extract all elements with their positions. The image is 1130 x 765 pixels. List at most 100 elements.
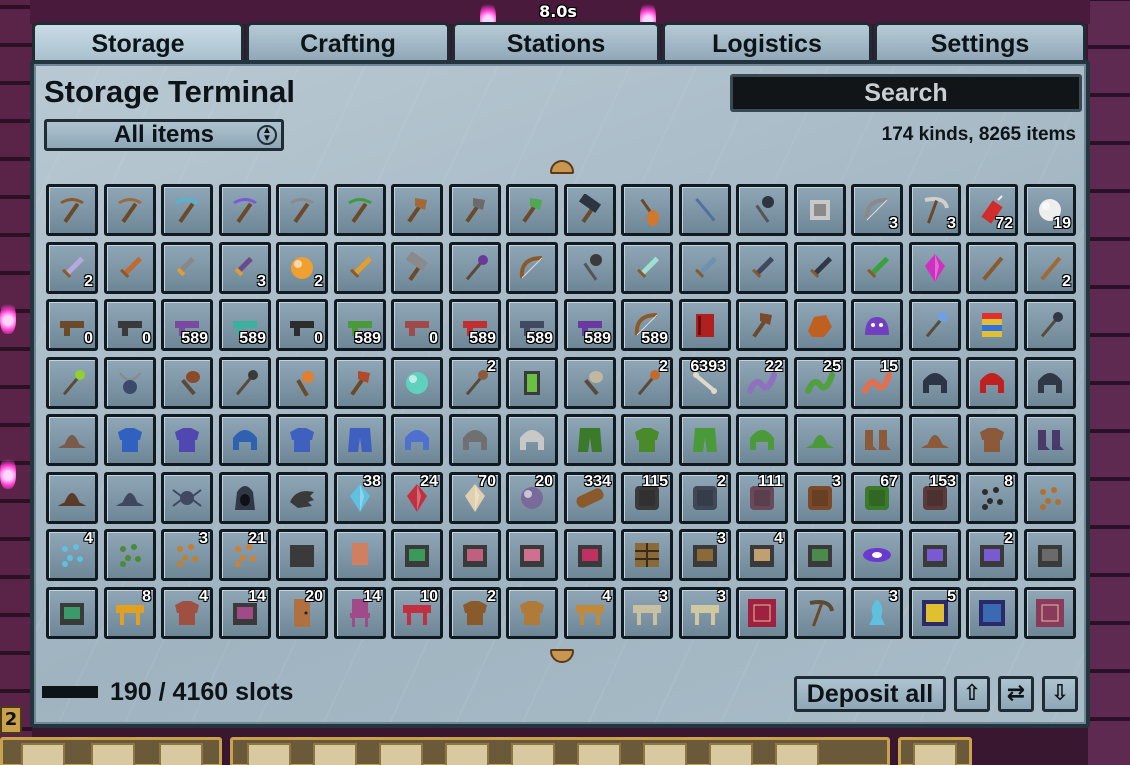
hotbar-slot[interactable] [445, 743, 489, 765]
item-slot[interactable] [794, 184, 846, 236]
item-slot[interactable] [276, 472, 328, 524]
item-slot[interactable] [621, 529, 673, 581]
tab-logistics[interactable]: Logistics [662, 22, 872, 62]
item-slot[interactable] [621, 414, 673, 466]
item-slot[interactable]: 2 [449, 587, 501, 639]
hotbar-slot[interactable] [577, 743, 621, 765]
item-slot[interactable]: 589 [161, 299, 213, 351]
item-slot[interactable]: 2 [449, 357, 501, 409]
tab-stations[interactable]: Stations [452, 22, 660, 62]
item-slot[interactable] [909, 242, 961, 294]
item-slot[interactable]: 14 [334, 587, 386, 639]
item-slot[interactable] [104, 184, 156, 236]
item-slot[interactable] [46, 357, 98, 409]
item-slot[interactable] [506, 529, 558, 581]
item-slot[interactable] [219, 414, 271, 466]
hotbar-slot[interactable] [21, 743, 65, 765]
item-slot[interactable] [506, 184, 558, 236]
item-slot[interactable] [966, 299, 1018, 351]
item-slot[interactable] [391, 357, 443, 409]
item-slot[interactable] [966, 587, 1018, 639]
item-slot[interactable] [334, 414, 386, 466]
item-slot[interactable] [506, 414, 558, 466]
item-slot[interactable]: 4 [736, 529, 788, 581]
item-slot[interactable] [909, 414, 961, 466]
item-slot[interactable]: 589 [621, 299, 673, 351]
item-slot[interactable]: 115 [621, 472, 673, 524]
item-slot[interactable]: 2 [276, 242, 328, 294]
item-slot[interactable]: 3 [851, 184, 903, 236]
item-slot[interactable]: 6393 [679, 357, 731, 409]
sort-ascending-button[interactable]: ⇧ [954, 676, 990, 712]
item-slot[interactable] [679, 299, 731, 351]
item-slot[interactable]: 3 [679, 587, 731, 639]
hotbar-slot[interactable] [159, 743, 203, 765]
item-slot[interactable] [966, 242, 1018, 294]
deposit-all-button[interactable]: Deposit all [794, 676, 946, 712]
item-slot[interactable]: 3 [161, 529, 213, 581]
item-slot[interactable] [334, 357, 386, 409]
item-slot[interactable] [794, 529, 846, 581]
item-slot[interactable]: 38 [334, 472, 386, 524]
item-slot[interactable] [909, 299, 961, 351]
item-slot[interactable]: 20 [506, 472, 558, 524]
hotbar-slot[interactable] [91, 743, 135, 765]
scroll-up-button[interactable] [550, 160, 574, 174]
item-slot[interactable]: 5 [909, 587, 961, 639]
hotbar-slot[interactable] [247, 743, 291, 765]
item-slot[interactable] [161, 184, 213, 236]
item-slot[interactable]: 8 [104, 587, 156, 639]
item-slot[interactable]: 14 [219, 587, 271, 639]
item-slot[interactable] [736, 414, 788, 466]
item-slot[interactable] [679, 414, 731, 466]
item-slot[interactable]: 153 [909, 472, 961, 524]
item-slot[interactable] [334, 242, 386, 294]
item-slot[interactable] [736, 299, 788, 351]
item-slot[interactable]: 589 [219, 299, 271, 351]
item-slot[interactable] [1024, 587, 1076, 639]
item-slot[interactable]: 111 [736, 472, 788, 524]
hotbar-slot[interactable] [379, 743, 423, 765]
item-slot[interactable]: 20 [276, 587, 328, 639]
item-slot[interactable] [851, 529, 903, 581]
item-slot[interactable] [506, 242, 558, 294]
item-slot[interactable] [966, 414, 1018, 466]
item-slot[interactable] [219, 472, 271, 524]
item-slot[interactable] [161, 357, 213, 409]
item-slot[interactable]: 2 [1024, 242, 1076, 294]
item-slot[interactable] [1024, 529, 1076, 581]
tab-storage[interactable]: Storage [32, 22, 244, 62]
item-slot[interactable] [736, 184, 788, 236]
item-slot[interactable]: 2 [46, 242, 98, 294]
item-slot[interactable] [909, 529, 961, 581]
item-slot[interactable] [909, 357, 961, 409]
sort-descending-button[interactable]: ⇩ [1042, 676, 1078, 712]
item-slot[interactable]: 72 [966, 184, 1018, 236]
hotbar-slot[interactable] [709, 743, 753, 765]
item-slot[interactable] [334, 529, 386, 581]
item-slot[interactable] [104, 414, 156, 466]
item-slot[interactable]: 21 [219, 529, 271, 581]
item-slot[interactable] [104, 242, 156, 294]
item-slot[interactable]: 3 [794, 472, 846, 524]
item-slot[interactable] [564, 529, 616, 581]
item-slot[interactable] [794, 587, 846, 639]
item-slot[interactable]: 67 [851, 472, 903, 524]
item-slot[interactable]: 589 [564, 299, 616, 351]
item-slot[interactable]: 70 [449, 472, 501, 524]
item-slot[interactable]: 22 [736, 357, 788, 409]
item-slot[interactable] [46, 414, 98, 466]
item-slot[interactable]: 4 [564, 587, 616, 639]
item-slot[interactable]: 2 [621, 357, 673, 409]
item-slot[interactable]: 3 [679, 529, 731, 581]
item-slot[interactable] [449, 529, 501, 581]
item-slot[interactable] [46, 472, 98, 524]
item-slot[interactable] [161, 414, 213, 466]
item-slot[interactable]: 2 [679, 472, 731, 524]
item-slot[interactable]: 589 [506, 299, 558, 351]
item-slot[interactable] [679, 184, 731, 236]
item-slot[interactable] [219, 357, 271, 409]
item-slot[interactable] [564, 184, 616, 236]
item-slot[interactable] [506, 587, 558, 639]
item-slot[interactable] [104, 529, 156, 581]
